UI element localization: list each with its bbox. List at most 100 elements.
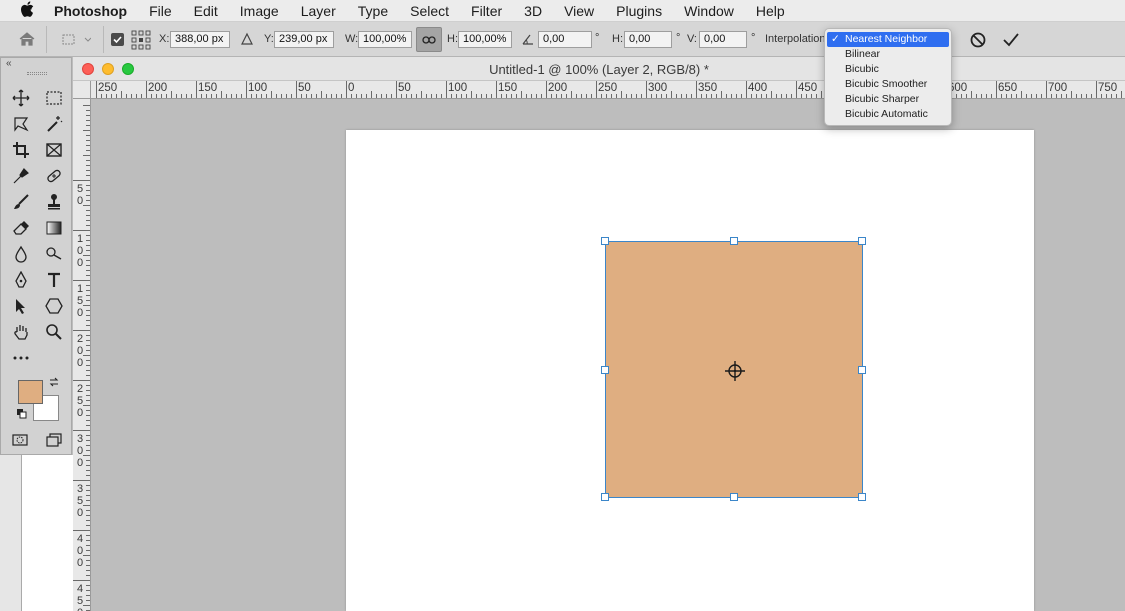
ruler-minor-tick bbox=[236, 94, 237, 98]
brush-tool-icon[interactable] bbox=[8, 191, 34, 213]
ruler-minor-tick bbox=[806, 94, 807, 98]
ruler-minor-tick bbox=[86, 540, 90, 541]
document-canvas[interactable] bbox=[346, 130, 1034, 611]
ruler-minor-tick bbox=[636, 94, 637, 98]
ruler-minor-tick bbox=[86, 545, 90, 546]
apple-menu-icon[interactable] bbox=[0, 0, 54, 21]
interpolation-option-bicubic-automatic[interactable]: Bicubic Automatic bbox=[825, 107, 951, 122]
quick-mask-icon[interactable] bbox=[7, 429, 33, 451]
vertical-skew-field[interactable]: 0,00 bbox=[699, 31, 747, 48]
menu-layer[interactable]: Layer bbox=[290, 3, 347, 19]
transform-handle-left[interactable] bbox=[601, 366, 609, 374]
reference-point-grid-icon[interactable] bbox=[131, 30, 151, 53]
transform-handle-bottom-left[interactable] bbox=[601, 493, 609, 501]
blur-tool-icon[interactable] bbox=[8, 243, 34, 265]
ruler-minor-tick bbox=[291, 94, 292, 98]
vertical-ruler[interactable]: 5 0 1 0 0 1 5 0 2 0 0 2 5 0 3 0 0 3 5 0 4 0 0 4 … bbox=[73, 81, 91, 611]
transform-handle-bottom[interactable] bbox=[730, 493, 738, 501]
menu-3d[interactable]: 3D bbox=[513, 3, 553, 19]
lasso-tool-icon[interactable] bbox=[8, 113, 34, 135]
transform-handle-bottom-right[interactable] bbox=[858, 493, 866, 501]
menu-image[interactable]: Image bbox=[229, 3, 290, 19]
transform-handle-top-right[interactable] bbox=[858, 237, 866, 245]
ruler-minor-tick bbox=[86, 185, 90, 186]
ruler-origin[interactable] bbox=[73, 81, 91, 99]
default-colors-icon[interactable] bbox=[16, 408, 28, 423]
reference-point-crosshair-icon[interactable] bbox=[725, 361, 745, 381]
horizontal-ruler[interactable]: 250 200 150 100 50 0 50 100 150 200 250 300 350 400 45… bbox=[91, 81, 1125, 99]
shape-tool-icon[interactable] bbox=[41, 295, 67, 317]
ruler-label: 50 bbox=[398, 82, 411, 94]
transform-preset-icon[interactable] bbox=[61, 32, 92, 51]
commit-transform-icon[interactable] bbox=[1002, 31, 1020, 52]
interpolation-option-bilinear[interactable]: Bilinear bbox=[825, 47, 951, 62]
ruler-minor-tick bbox=[86, 600, 90, 601]
menu-help[interactable]: Help bbox=[745, 3, 796, 19]
swap-colors-icon[interactable] bbox=[48, 376, 60, 391]
hand-tool-icon[interactable] bbox=[8, 321, 34, 343]
collapse-panel-icon[interactable]: « bbox=[6, 58, 12, 69]
zoom-tool-icon[interactable] bbox=[41, 321, 67, 343]
marquee-tool-icon[interactable] bbox=[41, 87, 67, 109]
dodge-tool-icon[interactable] bbox=[41, 243, 67, 265]
crop-tool-icon[interactable] bbox=[8, 139, 34, 161]
type-tool-icon[interactable] bbox=[41, 269, 67, 291]
layer-shape[interactable] bbox=[601, 237, 866, 501]
ruler-minor-tick bbox=[566, 94, 567, 98]
ruler-minor-tick bbox=[741, 94, 742, 98]
healing-brush-icon[interactable] bbox=[41, 165, 67, 187]
link-icon[interactable] bbox=[416, 27, 442, 52]
eraser-tool-icon[interactable] bbox=[8, 217, 34, 239]
interpolation-option-bicubic[interactable]: Bicubic bbox=[825, 62, 951, 77]
ruler-minor-tick bbox=[1031, 94, 1032, 98]
menu-view[interactable]: View bbox=[553, 3, 605, 19]
move-tool-icon[interactable] bbox=[8, 87, 34, 109]
interpolation-label: Interpolation: bbox=[765, 33, 829, 45]
ruler-minor-tick bbox=[161, 94, 162, 98]
transform-handle-top-left[interactable] bbox=[601, 237, 609, 245]
interpolation-option-bicubic-smoother[interactable]: Bicubic Smoother bbox=[825, 77, 951, 92]
horizontal-skew-field[interactable]: 0,00 bbox=[624, 31, 672, 48]
ruler-minor-tick bbox=[761, 94, 762, 98]
ruler-minor-tick bbox=[726, 94, 727, 98]
transform-handle-right[interactable] bbox=[858, 366, 866, 374]
interpolation-option-bicubic-sharper[interactable]: Bicubic Sharper bbox=[825, 92, 951, 107]
y-position-field[interactable]: 239,00 px bbox=[274, 31, 334, 48]
eyedropper-icon[interactable] bbox=[8, 165, 34, 187]
rotate-field[interactable]: 0,00 bbox=[538, 31, 592, 48]
panel-grip[interactable] bbox=[27, 72, 47, 75]
menu-plugins[interactable]: Plugins bbox=[605, 3, 673, 19]
menu-file[interactable]: File bbox=[138, 3, 183, 19]
cancel-transform-icon[interactable] bbox=[969, 31, 987, 52]
app-menu[interactable]: Photoshop bbox=[54, 3, 138, 19]
ruler-minor-tick bbox=[86, 195, 90, 196]
menu-type[interactable]: Type bbox=[347, 3, 399, 19]
home-icon[interactable] bbox=[18, 31, 36, 50]
reference-point-checkbox[interactable] bbox=[111, 33, 124, 46]
ruler-minor-tick bbox=[86, 510, 90, 511]
magic-wand-icon[interactable] bbox=[41, 113, 67, 135]
screen-mode-icon[interactable] bbox=[41, 429, 67, 451]
ruler-minor-tick bbox=[83, 180, 90, 181]
menu-edit[interactable]: Edit bbox=[183, 3, 229, 19]
relative-position-icon[interactable] bbox=[240, 32, 254, 49]
height-field[interactable]: 100,00% bbox=[458, 31, 512, 48]
transform-handle-top[interactable] bbox=[730, 237, 738, 245]
foreground-color-swatch[interactable] bbox=[18, 380, 43, 404]
pen-tool-icon[interactable] bbox=[8, 269, 34, 291]
ruler-minor-tick bbox=[86, 325, 90, 326]
gradient-tool-icon[interactable] bbox=[41, 217, 67, 239]
more-tools-icon[interactable] bbox=[8, 347, 34, 369]
ruler-minor-tick bbox=[1086, 94, 1087, 98]
menu-select[interactable]: Select bbox=[399, 3, 460, 19]
frame-tool-icon[interactable] bbox=[41, 139, 67, 161]
ruler-label: 0 bbox=[348, 82, 355, 94]
interpolation-dropdown[interactable]: ✓ Nearest Neighbor Bilinear Bicubic Bicu… bbox=[824, 28, 952, 126]
path-select-icon[interactable] bbox=[8, 295, 34, 317]
x-position-field[interactable]: 388,00 px bbox=[170, 31, 230, 48]
width-field[interactable]: 100,00% bbox=[358, 31, 412, 48]
menu-filter[interactable]: Filter bbox=[460, 3, 513, 19]
stamp-tool-icon[interactable] bbox=[41, 191, 67, 213]
interpolation-option-nearest-neighbor[interactable]: ✓ Nearest Neighbor bbox=[827, 32, 949, 47]
menu-window[interactable]: Window bbox=[673, 3, 745, 19]
